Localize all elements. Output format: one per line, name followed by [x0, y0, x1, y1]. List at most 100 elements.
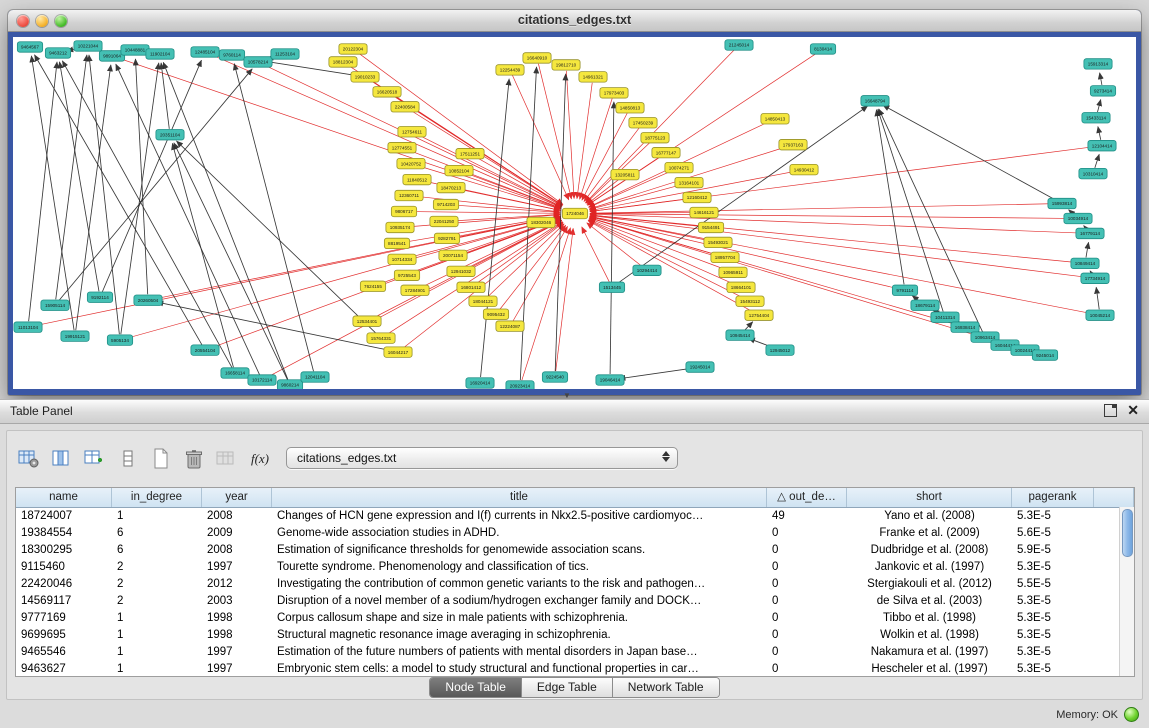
row-selector-button[interactable]	[114, 446, 142, 472]
graph-node[interactable]: 10411314	[931, 312, 959, 322]
graph-node[interactable]: 1513445	[599, 282, 624, 292]
graph-node[interactable]: 22400584	[391, 102, 419, 112]
graph-node[interactable]: 18775123	[641, 132, 669, 142]
graph-node[interactable]: 14616121	[690, 207, 718, 217]
graph-node[interactable]: 18044121	[469, 296, 497, 306]
graph-node[interactable]: 13164101	[675, 177, 703, 187]
graph-node[interactable]: 21245014	[725, 40, 753, 50]
table-row[interactable]: 977716911998Corpus callosum shape and si…	[16, 610, 1134, 627]
table-row[interactable]: 2242004622012Investigating the contribut…	[16, 576, 1134, 593]
panel-splitter-handle[interactable]: ▼	[563, 391, 571, 400]
graph-node[interactable]: 12754404	[745, 310, 773, 320]
graph-node[interactable]: 8819541	[384, 238, 409, 248]
new-column-button[interactable]	[81, 446, 109, 472]
graph-node[interactable]: 18679114	[911, 300, 939, 310]
column-header-short[interactable]: short	[847, 488, 1012, 507]
network-canvas[interactable]: 1724046127546111277455110420752118405121…	[13, 37, 1136, 389]
graph-node[interactable]: 20554104	[191, 345, 219, 355]
graph-node[interactable]: 11840512	[403, 174, 431, 184]
graph-node[interactable]: 9714203	[433, 199, 458, 209]
graph-node[interactable]: 10965911	[719, 267, 747, 277]
graph-node[interactable]: 14930412	[790, 164, 818, 174]
graph-node[interactable]: 18957704	[711, 252, 739, 262]
table-scrollbar-thumb[interactable]	[1122, 509, 1133, 557]
graph-node[interactable]: 16920414	[466, 378, 494, 388]
table-row[interactable]: 1938455462009Genome-wide association stu…	[16, 525, 1134, 542]
graph-node[interactable]: 18302046	[527, 217, 555, 227]
graph-node[interactable]: 16648794	[861, 96, 889, 106]
table-row[interactable]: 911546021997Tourette syndrome. Phenomeno…	[16, 559, 1134, 576]
graph-node[interactable]: 20260504	[134, 295, 162, 305]
graph-node[interactable]: 17937163	[779, 139, 807, 149]
graph-node[interactable]: 14961321	[579, 72, 607, 82]
graph-node[interactable]: 15433114	[1082, 113, 1110, 123]
graph-node[interactable]: 9192114	[87, 292, 112, 302]
column-header-year[interactable]: year	[202, 488, 272, 507]
graph-node[interactable]: 9224540	[542, 372, 567, 382]
column-visibility-button[interactable]	[48, 446, 76, 472]
graph-node[interactable]: 17734914	[1081, 273, 1109, 283]
graph-node[interactable]: 9860214	[277, 380, 302, 389]
graph-node[interactable]: 16777147	[652, 147, 680, 157]
table-mode-button[interactable]	[15, 446, 43, 472]
graph-node[interactable]: 20923414	[506, 381, 534, 389]
graph-node[interactable]: 10034914	[1064, 213, 1092, 223]
graph-node[interactable]: 10310414	[1079, 168, 1107, 178]
graph-node[interactable]: 11902104	[146, 49, 174, 59]
graph-node[interactable]: 10074271	[665, 162, 693, 172]
column-header-out-degree[interactable]: △ out_de…	[767, 488, 847, 507]
graph-node[interactable]: 10045214	[1086, 310, 1114, 320]
graph-node[interactable]: 10849414	[1071, 258, 1099, 268]
graph-node[interactable]: 9464567	[17, 42, 42, 52]
graph-node[interactable]: 9282791	[434, 233, 459, 243]
network-svg[interactable]: 1724046127546111277455110420752118405121…	[13, 37, 1136, 389]
graph-node[interactable]: 17450239	[629, 118, 657, 128]
graph-node[interactable]: 8130414	[810, 44, 835, 54]
graph-node[interactable]: 10221044	[74, 41, 102, 51]
graph-node[interactable]: 5905134	[107, 335, 132, 345]
graph-node[interactable]: 16044217	[384, 347, 412, 357]
graph-node[interactable]: 9725543	[394, 270, 419, 280]
graph-node[interactable]: 17284901	[401, 285, 429, 295]
window-titlebar[interactable]: citations_edges.txt	[8, 10, 1141, 32]
column-header-name[interactable]: name	[16, 488, 112, 507]
graph-node[interactable]: 12941032	[447, 266, 475, 276]
graph-node[interactable]: 9095432	[483, 309, 508, 319]
graph-node[interactable]: 16938414	[951, 322, 979, 332]
graph-node[interactable]: 16658114	[221, 368, 249, 378]
new-table-button[interactable]	[147, 446, 175, 472]
graph-node[interactable]: 9806717	[391, 206, 416, 216]
column-header-title[interactable]: title	[272, 488, 767, 507]
graph-node[interactable]: 14850413	[761, 114, 789, 124]
graph-node[interactable]: 15493021	[704, 237, 732, 247]
graph-node[interactable]: 9463212	[45, 48, 70, 58]
graph-node[interactable]: 19046414	[596, 375, 624, 385]
graph-node[interactable]: 19915121	[61, 331, 89, 341]
graph-node[interactable]: 7624155	[360, 281, 385, 291]
graph-node[interactable]: 20351104	[156, 129, 184, 139]
graph-node[interactable]: 10294414	[633, 265, 661, 275]
graph-node[interactable]: 10420752	[397, 158, 425, 168]
graph-node[interactable]: 15493112	[736, 296, 764, 306]
graph-node[interactable]: 18470213	[437, 182, 465, 192]
graph-node[interactable]: 1724046	[562, 208, 587, 218]
table-row[interactable]: 969969511998Structural magnetic resonanc…	[16, 627, 1134, 644]
graph-node[interactable]: 14850813	[616, 103, 644, 113]
graph-node[interactable]: 12160412	[683, 192, 711, 202]
graph-node[interactable]: 16801412	[457, 282, 485, 292]
graph-node[interactable]: 12041104	[301, 372, 329, 382]
graph-node[interactable]: 18812304	[329, 57, 357, 67]
graph-node[interactable]: 9791114	[892, 285, 917, 295]
float-panel-icon[interactable]	[1104, 404, 1117, 417]
graph-node[interactable]: 13205811	[611, 169, 639, 179]
graph-node[interactable]: 12534401	[353, 316, 381, 326]
memory-status-led[interactable]	[1124, 707, 1139, 722]
graph-node[interactable]: 15905114	[41, 300, 69, 310]
table-row[interactable]: 946362711997Embryonic stem cells: a mode…	[16, 661, 1134, 677]
graph-node[interactable]: 19245014	[686, 362, 714, 372]
graph-node[interactable]: 10935174	[386, 222, 414, 232]
close-panel-icon[interactable]: ✕	[1127, 403, 1139, 417]
graph-node[interactable]: 18664101	[727, 282, 755, 292]
graph-node[interactable]: 9760114	[219, 50, 244, 60]
graph-node[interactable]: 11013104	[14, 322, 42, 332]
